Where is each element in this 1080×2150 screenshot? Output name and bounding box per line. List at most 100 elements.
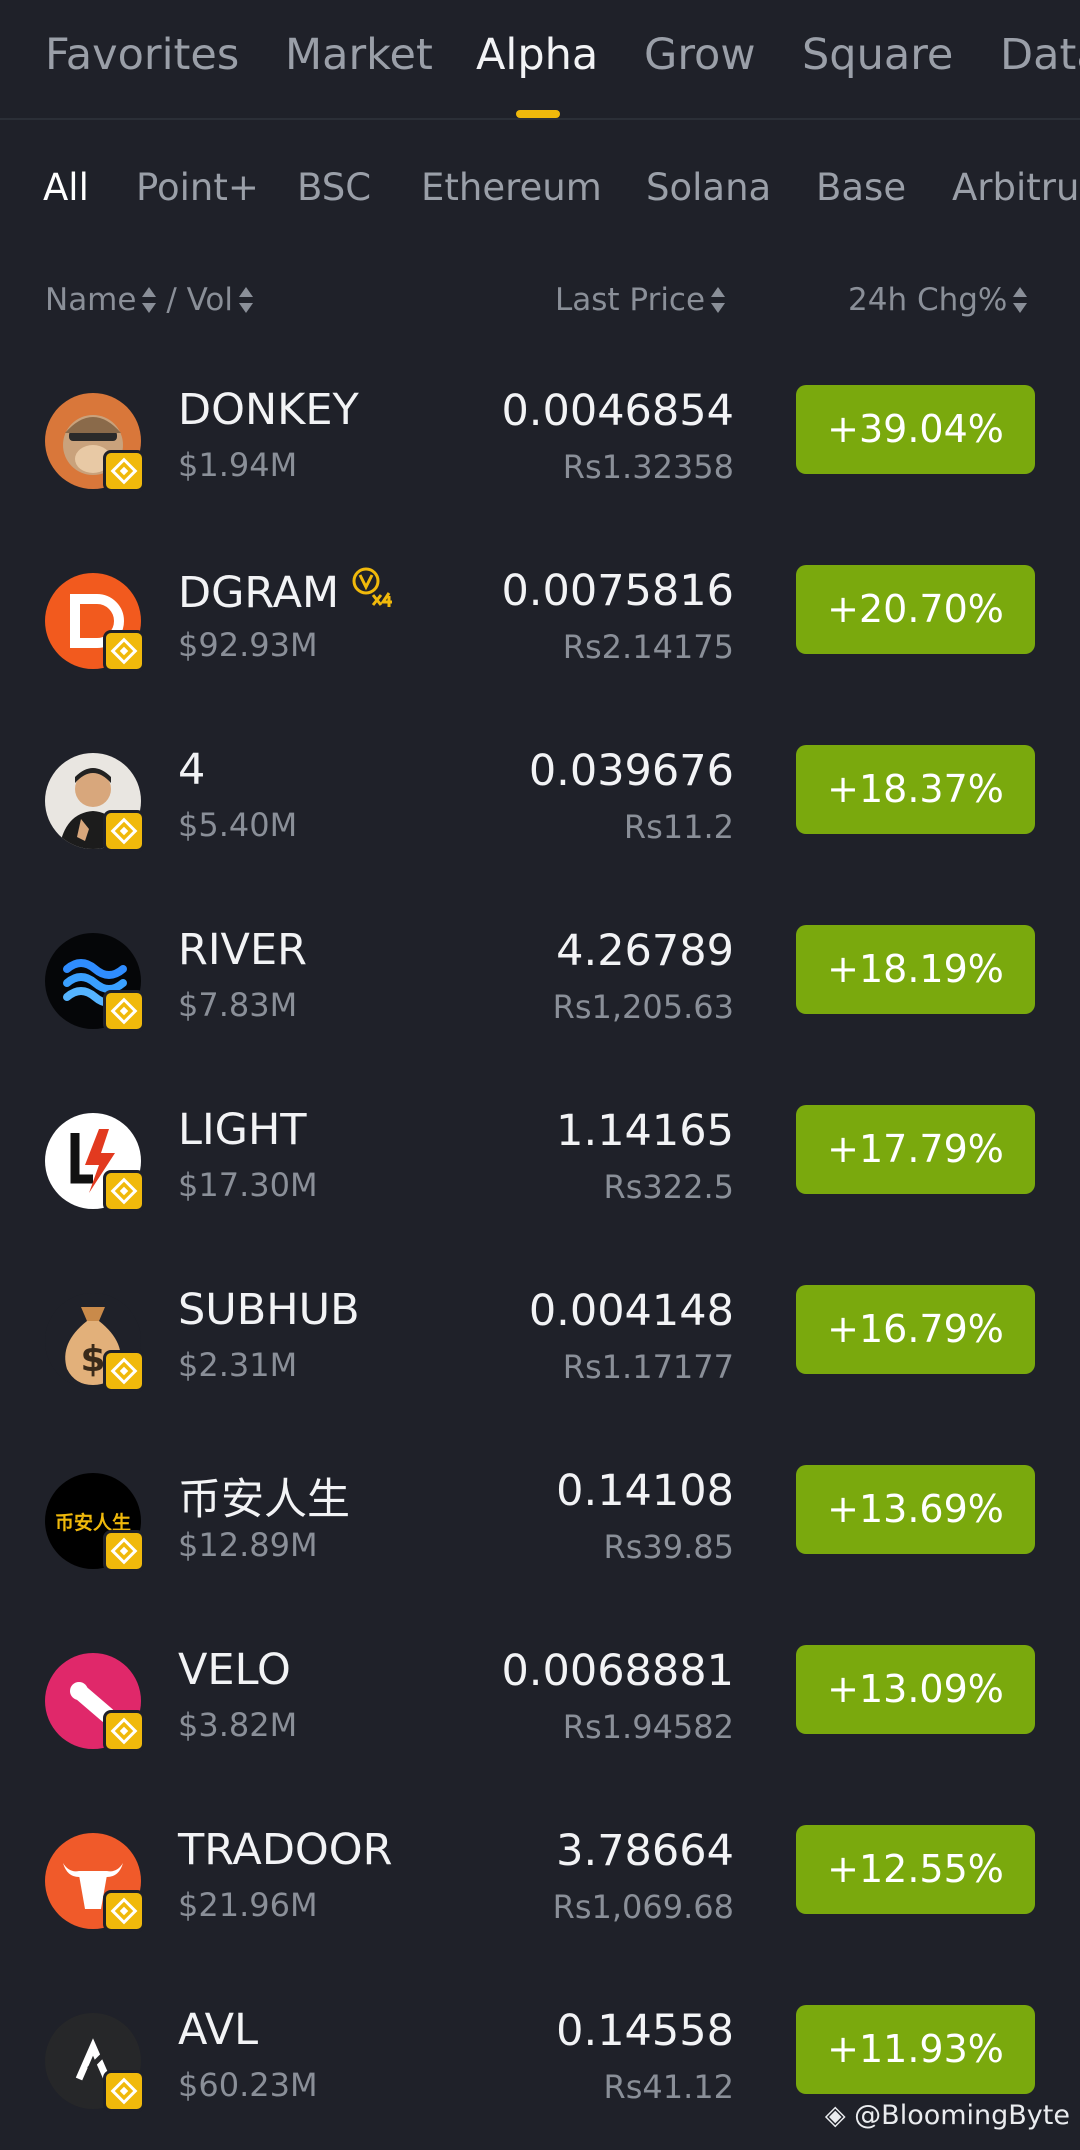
last-price: 0.14108 (556, 1466, 734, 1516)
fiat-price: Rs1,069.68 (552, 1888, 734, 1926)
fiat-price: Rs11.2 (623, 808, 734, 846)
fiat-price: Rs39.85 (603, 1528, 734, 1566)
chip-base[interactable]: Base (816, 166, 906, 209)
column-name-label: Name (45, 282, 137, 318)
chip-arbitrum[interactable]: Arbitrum (952, 166, 1080, 209)
svg-text:$: $ (80, 1339, 105, 1380)
sort-by-last-price[interactable]: Last Price (555, 282, 726, 322)
table-row[interactable]: 4 $5.40M 0.039676 Rs11.2 +18.37% (0, 710, 1080, 890)
sort-arrows-icon (142, 285, 157, 315)
sort-by-change[interactable]: 24h Chg% (848, 282, 1028, 322)
binance-square-icon: ◈ (824, 2100, 846, 2131)
chip-ethereum[interactable]: Ethereum (421, 166, 602, 209)
token-volume: $12.89M (178, 1526, 318, 1564)
token-symbol: RIVER (178, 925, 308, 975)
fiat-price: Rs2.14175 (562, 628, 734, 666)
bsc-chain-icon (103, 630, 145, 672)
last-price: 0.0075816 (501, 566, 734, 616)
token-volume: $17.30M (178, 1166, 318, 1204)
last-price: 0.0068881 (501, 1646, 734, 1696)
token-symbol: DGRAM (178, 568, 340, 618)
chain-filter-bar: All Point+ BSC Ethereum Solana Base Arbi… (0, 160, 1080, 220)
tab-data[interactable]: Data (1000, 30, 1080, 80)
column-vol-label: / Vol (166, 282, 234, 318)
column-change-label: 24h Chg% (848, 282, 1008, 318)
bsc-chain-icon (103, 2070, 145, 2112)
fiat-price: Rs41.12 (603, 2068, 734, 2106)
change-badge[interactable]: +11.93% (796, 2005, 1035, 2094)
token-symbol-with-badge: DGRAM (178, 565, 395, 618)
table-row[interactable]: VELO $3.82M 0.0068881 Rs1.94582 +13.09% (0, 1610, 1080, 1790)
bsc-chain-icon (103, 1530, 145, 1572)
token-volume: $7.83M (178, 986, 298, 1024)
token-symbol: SUBHUB (178, 1285, 360, 1335)
last-price: 0.0046854 (501, 386, 734, 436)
token-volume: $2.31M (178, 1346, 298, 1384)
token-volume: $21.96M (178, 1886, 318, 1924)
bsc-chain-icon (103, 990, 145, 1032)
last-price: 1.14165 (556, 1106, 734, 1156)
tab-grow[interactable]: Grow (644, 30, 756, 80)
change-badge[interactable]: +18.19% (796, 925, 1035, 1014)
change-badge[interactable]: +18.37% (796, 745, 1035, 834)
fiat-price: Rs322.5 (603, 1168, 734, 1206)
change-badge[interactable]: +39.04% (796, 385, 1035, 474)
column-last-price-label: Last Price (555, 282, 706, 318)
table-row[interactable]: DONKEY $1.94M 0.0046854 Rs1.32358 +39.04… (0, 350, 1080, 530)
bsc-chain-icon (103, 1170, 145, 1212)
last-price: 0.14558 (556, 2006, 734, 2056)
fiat-price: Rs1.17177 (562, 1348, 734, 1386)
fiat-price: Rs1,205.63 (552, 988, 734, 1026)
chip-solana[interactable]: Solana (646, 166, 771, 209)
change-badge[interactable]: +20.70% (796, 565, 1035, 654)
last-price: 0.004148 (528, 1286, 734, 1336)
token-symbol: 4 (178, 745, 206, 795)
vx4-multiplier-icon (349, 565, 395, 611)
token-symbol: AVL (178, 2005, 259, 2055)
token-symbol: VELO (178, 1645, 291, 1695)
tab-alpha[interactable]: Alpha (476, 30, 598, 80)
chip-point-plus[interactable]: Point+ (136, 166, 259, 209)
bsc-chain-icon (103, 1350, 145, 1392)
token-volume: $1.94M (178, 446, 298, 484)
table-row[interactable]: RIVER $7.83M 4.26789 Rs1,205.63 +18.19% (0, 890, 1080, 1070)
token-symbol: DONKEY (178, 385, 359, 435)
table-row[interactable]: LIGHT $17.30M 1.14165 Rs322.5 +17.79% (0, 1070, 1080, 1250)
token-volume: $60.23M (178, 2066, 318, 2104)
tab-market[interactable]: Market (285, 30, 433, 80)
sort-arrows-icon (239, 285, 254, 315)
table-row[interactable]: 币安人生 币安人生 $12.89M 0.14108 Rs39.85 +13.69… (0, 1430, 1080, 1610)
table-row[interactable]: TRADOOR $21.96M 3.78664 Rs1,069.68 +12.5… (0, 1790, 1080, 1970)
last-price: 4.26789 (556, 926, 734, 976)
watermark: ◈ @BloomingByte (825, 2100, 1070, 2131)
last-price: 3.78664 (556, 1826, 734, 1876)
table-row[interactable]: $ SUBHUB $2.31M 0.004148 Rs1.17177 +16.7… (0, 1250, 1080, 1430)
fiat-price: Rs1.94582 (562, 1708, 734, 1746)
change-badge[interactable]: +16.79% (796, 1285, 1035, 1374)
change-badge[interactable]: +12.55% (796, 1825, 1035, 1914)
table-row[interactable]: DGRAM $92.93M 0.0075816 Rs2.14175 +20.70… (0, 530, 1080, 710)
sort-arrows-icon (711, 285, 726, 315)
chip-bsc[interactable]: BSC (297, 166, 371, 209)
token-volume: $3.82M (178, 1706, 298, 1744)
token-volume: $5.40M (178, 806, 298, 844)
token-symbol: 币安人生 (178, 1475, 350, 1525)
active-tab-indicator (516, 110, 560, 118)
token-symbol: LIGHT (178, 1105, 307, 1155)
fiat-price: Rs1.32358 (562, 448, 734, 486)
sort-by-name[interactable]: Name / Vol (45, 282, 254, 322)
bsc-chain-icon (103, 1890, 145, 1932)
chip-all[interactable]: All (43, 166, 89, 209)
sort-arrows-icon (1013, 285, 1028, 315)
token-volume: $92.93M (178, 626, 318, 664)
tab-favorites[interactable]: Favorites (45, 30, 239, 80)
change-badge[interactable]: +13.09% (796, 1645, 1035, 1734)
tab-square[interactable]: Square (802, 30, 953, 80)
change-badge[interactable]: +17.79% (796, 1105, 1035, 1194)
bsc-chain-icon (103, 1710, 145, 1752)
top-navigation: Favorites Market Alpha Grow Square Data (0, 0, 1080, 120)
last-price: 0.039676 (528, 746, 734, 796)
bsc-chain-icon (103, 810, 145, 852)
change-badge[interactable]: +13.69% (796, 1465, 1035, 1554)
token-symbol: TRADOOR (178, 1825, 393, 1875)
